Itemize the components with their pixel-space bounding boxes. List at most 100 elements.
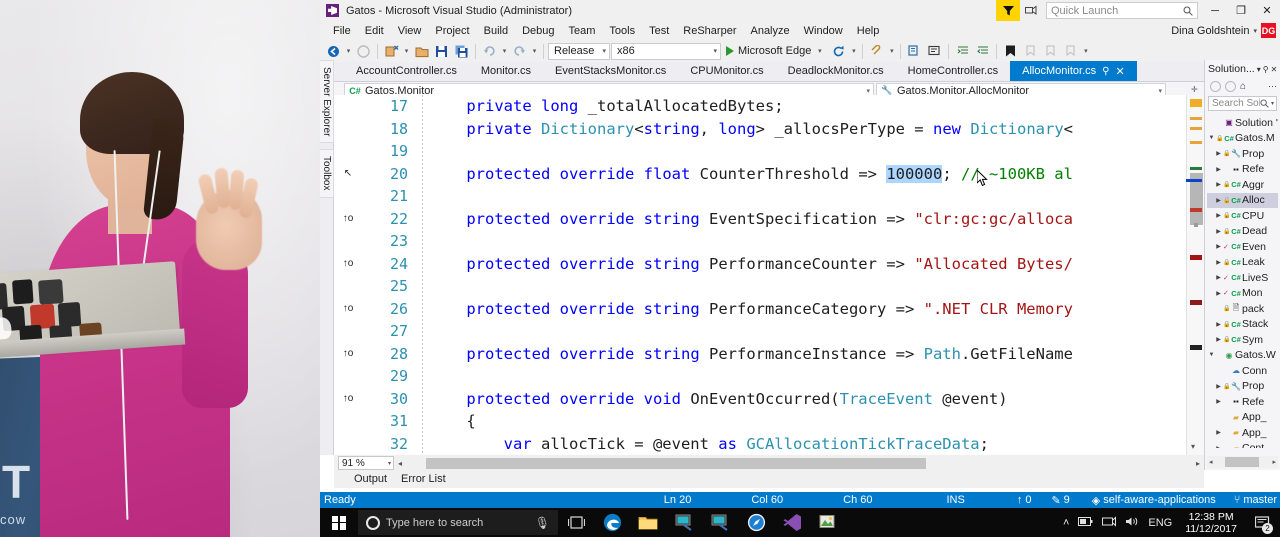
chevron-down-icon[interactable]: ▾ — [602, 47, 606, 55]
menu-item-build[interactable]: Build — [477, 24, 515, 38]
tree-item[interactable]: ▶ 🔒 C# Sym — [1207, 332, 1278, 348]
refresh-icon[interactable] — [829, 42, 848, 61]
status-repository[interactable]: ◈ self-aware-applications — [1088, 494, 1220, 507]
find-in-files-icon[interactable] — [905, 42, 924, 61]
code-line[interactable]: var allocTick = @event as GCAllocationTi… — [429, 433, 1186, 456]
navigate-backward-icon[interactable] — [324, 42, 343, 61]
tool-tab-toolbox[interactable]: Toolbox — [320, 149, 334, 198]
menu-item-view[interactable]: View — [391, 24, 429, 38]
scroll-left-arrow[interactable]: ◂ — [1207, 458, 1213, 466]
scroll-right-arrow[interactable]: ▸ — [1272, 458, 1278, 466]
save-icon[interactable] — [432, 42, 451, 61]
tree-item[interactable]: ▶ ✓ C# Even — [1207, 239, 1278, 255]
menu-item-project[interactable]: Project — [428, 24, 476, 38]
tool-tab-error-list[interactable]: Error List — [395, 471, 452, 487]
taskbar-search-input[interactable]: Type here to search 🎙 — [358, 510, 558, 535]
chevron-right-icon[interactable]: ▶ — [1214, 166, 1223, 173]
pin-icon[interactable]: ⚲ — [1263, 65, 1269, 74]
chevron-down-icon[interactable]: ▾ — [388, 460, 391, 467]
safari-icon[interactable] — [738, 508, 774, 537]
tree-item[interactable]: ▣Solution 'Ga — [1207, 115, 1278, 131]
file-explorer-icon[interactable] — [630, 508, 666, 537]
tree-item[interactable]: ▶ 🔒 C# Stack — [1207, 317, 1278, 333]
remote-desktop-icon[interactable] — [666, 508, 702, 537]
glyph-margin-marker[interactable]: ↖ — [334, 163, 362, 186]
code-line-with-suggestion[interactable]: private Dictionary<string, long> _allocs… — [429, 118, 1186, 141]
menu-item-edit[interactable]: Edit — [358, 24, 391, 38]
redo-icon[interactable] — [510, 42, 529, 61]
chevron-right-icon[interactable]: ▶ — [1214, 197, 1223, 204]
menu-item-debug[interactable]: Debug — [515, 24, 561, 38]
action-center-icon[interactable]: 2 — [1250, 508, 1274, 537]
status-pending-changes[interactable]: ↑ 0 — [1013, 494, 1036, 506]
network-icon[interactable] — [1102, 515, 1117, 530]
tool-tab-output[interactable]: Output — [348, 471, 393, 487]
close-icon[interactable]: ✕ — [1271, 65, 1278, 74]
code-line[interactable] — [429, 185, 1186, 208]
glyph-margin-marker[interactable]: ↑o — [334, 343, 362, 366]
chevron-right-icon[interactable]: ▶ — [1214, 259, 1223, 266]
microphone-icon[interactable]: 🎙 — [535, 516, 558, 530]
solution-explorer-hscrollbar[interactable]: ◂ ▸ — [1207, 456, 1278, 468]
document-tab-homecontroller[interactable]: HomeController.cs — [896, 62, 1010, 81]
indent-icon[interactable] — [953, 42, 972, 61]
new-project-icon[interactable] — [382, 42, 401, 61]
hscrollbar-thumb[interactable] — [1224, 457, 1259, 467]
tree-item[interactable]: 🔒 🗎 pack — [1207, 301, 1278, 317]
menu-item-test[interactable]: Test — [642, 24, 676, 38]
forward-icon[interactable] — [1225, 80, 1236, 92]
attach-to-process-icon[interactable] — [867, 42, 886, 61]
tree-item[interactable]: ▼ ◉ Gatos.W — [1207, 348, 1278, 364]
toolbar-overflow[interactable]: ▾ — [1081, 47, 1090, 55]
hscrollbar-thumb[interactable] — [426, 457, 926, 469]
chevron-right-icon[interactable]: ▶ — [1214, 181, 1223, 188]
volume-icon[interactable] — [1125, 516, 1139, 530]
warning-marker-icon[interactable] — [1190, 99, 1202, 107]
chevron-right-icon[interactable]: ▶ — [1214, 243, 1223, 250]
code-line[interactable]: protected override string PerformanceCou… — [429, 253, 1186, 276]
tree-item[interactable]: ▶ ▰Cont — [1207, 441, 1278, 448]
menu-item-window[interactable]: Window — [797, 24, 850, 38]
scroll-left-arrow[interactable]: ◂ — [394, 459, 406, 468]
open-file-icon[interactable] — [412, 42, 431, 61]
solution-platform-combo[interactable]: x86 ▾ — [611, 42, 721, 60]
status-branch[interactable]: ⑂ master ▴ — [1230, 494, 1280, 507]
code-line[interactable]: protected override string EventSpecifica… — [429, 208, 1186, 231]
chevron-down-icon[interactable]: ▾ — [866, 87, 870, 95]
navigate-forward-icon[interactable] — [354, 42, 373, 61]
start-debug-button[interactable]: Microsoft Edge ▾ — [722, 45, 828, 57]
code-line[interactable]: protected override string PerformanceCat… — [429, 298, 1186, 321]
glyph-margin-marker[interactable]: ↑o — [334, 388, 362, 411]
chevron-down-icon[interactable]: ▾ — [713, 47, 717, 55]
chevron-right-icon[interactable]: ▶ — [1214, 228, 1223, 235]
code-line[interactable]: protected override void OnEventOccurred(… — [429, 388, 1186, 411]
visual-studio-code-icon[interactable] — [774, 508, 810, 537]
editor-horizontal-scrollbar[interactable] — [412, 456, 1190, 470]
glyph-margin-marker[interactable]: ↑o — [334, 253, 362, 276]
editor-vertical-scrollbar[interactable]: ▾ ✛ — [1186, 85, 1204, 455]
edge-icon[interactable] — [594, 508, 630, 537]
menu-item-analyze[interactable]: Analyze — [743, 24, 796, 38]
code-line[interactable] — [429, 140, 1186, 163]
document-tab-deadlockmonitor[interactable]: DeadlockMonitor.cs — [776, 62, 896, 81]
next-bookmark-icon[interactable] — [1041, 42, 1060, 61]
show-hidden-icons-icon[interactable]: ˄ — [1063, 517, 1069, 529]
tree-item[interactable]: ▶ 🔒 C# Leak — [1207, 255, 1278, 271]
chevron-down-icon[interactable]: ▾ — [1158, 87, 1162, 95]
glyph-margin-marker[interactable]: ↑o — [334, 298, 362, 321]
scroll-up-arrow[interactable]: ✛ — [1191, 85, 1198, 94]
chevron-down-icon[interactable]: ▾ — [1257, 65, 1261, 74]
scroll-right-arrow[interactable]: ▸ — [1192, 459, 1204, 468]
new-project-dropdown[interactable]: ▾ — [402, 47, 411, 55]
tree-item[interactable]: ▶ 🔒 🔧 Prop — [1207, 379, 1278, 395]
more-icon[interactable]: ⋯ — [1268, 81, 1280, 92]
user-account-area[interactable]: Dina Goldshtein ▾ DG — [1171, 21, 1276, 40]
menu-item-help[interactable]: Help — [850, 24, 887, 38]
chevron-right-icon[interactable]: ▶ — [1214, 398, 1223, 405]
menu-item-tools[interactable]: Tools — [602, 24, 642, 38]
task-view-icon[interactable] — [558, 508, 594, 537]
redo-dropdown[interactable]: ▾ — [530, 47, 539, 55]
code-line[interactable]: { — [429, 410, 1186, 433]
chevron-down-icon[interactable]: ▼ — [1207, 352, 1216, 358]
chevron-right-icon[interactable]: ▶ — [1214, 212, 1223, 219]
